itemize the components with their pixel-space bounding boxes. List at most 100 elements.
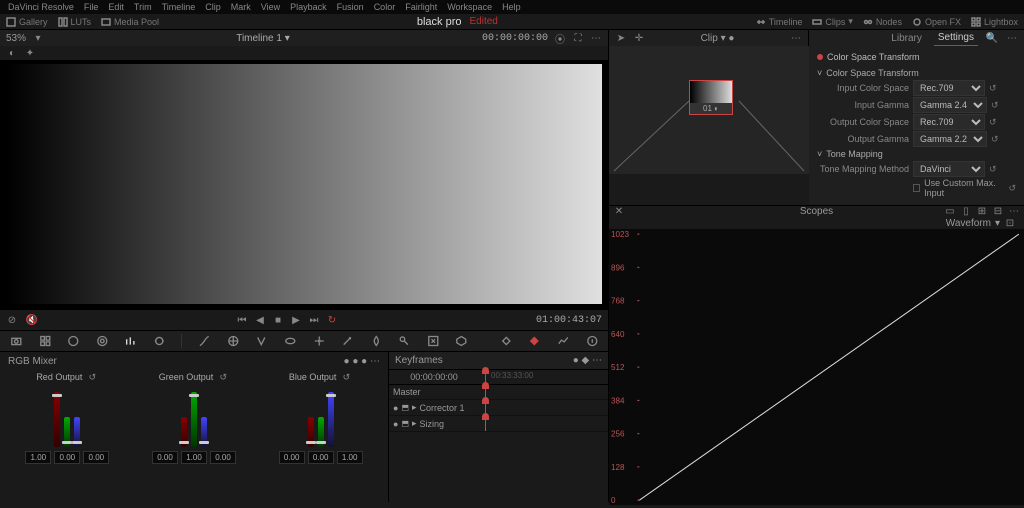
loop-button[interactable]: ↻ [326,314,338,326]
slider-red[interactable] [308,417,314,447]
more-icon[interactable]: ⋯ [1008,206,1020,218]
keyframe-mode-icon[interactable] [500,334,513,348]
node-01[interactable]: 01 ◐ [689,80,733,115]
last-frame-button[interactable]: ⏭ [308,314,320,326]
param-select[interactable]: Gamma 2.4 [913,97,987,113]
pointer-icon[interactable]: ➤ [615,32,627,44]
openfx-button[interactable]: Open FX [912,17,961,27]
menu-item[interactable]: Mark [231,2,251,12]
keyframe-row-label[interactable]: Corrector 1 [420,403,465,413]
hdr-wheels-icon[interactable] [96,334,109,348]
wand-icon[interactable]: ✦ [24,47,36,59]
clips-button[interactable]: Clips ▾ [812,16,853,27]
sizing-icon[interactable] [427,334,440,348]
more-icon[interactable]: ⋯ [590,32,602,44]
value-blue[interactable] [210,451,236,464]
scopes-icon[interactable] [557,334,570,348]
value-green[interactable] [308,451,334,464]
section-header[interactable]: ˅ Color Space Transform [817,68,1016,78]
stop-button[interactable]: ■ [272,314,284,326]
crosshair-icon[interactable]: ✛ [633,32,645,44]
reset-icon[interactable]: ↺ [989,83,997,94]
reset-icon[interactable]: ↺ [991,100,999,111]
qualifier-icon[interactable] [255,334,268,348]
reset-icon[interactable]: ↺ [989,117,997,128]
timeline-button[interactable]: Timeline [756,17,803,27]
nodes-button[interactable]: Nodes [863,17,902,27]
transport-timecode[interactable]: 01:00:43:07 [536,315,602,326]
menu-item[interactable]: View [261,2,280,12]
tab-library[interactable]: Library [887,31,926,46]
menu-item[interactable]: Fairlight [405,2,437,12]
chevron-down-icon[interactable]: ▾ [32,32,44,44]
scope-mode[interactable]: Waveform [946,218,991,229]
reset-icon[interactable]: ↺ [1008,183,1016,194]
node-graph[interactable]: 01 ◐ [609,46,809,174]
reset-icon[interactable]: ↺ [989,164,997,175]
unknown-icon[interactable]: ⦿ [554,32,566,44]
blur-icon[interactable] [370,334,383,348]
color-checker-icon[interactable] [39,334,52,348]
value-green[interactable] [181,451,207,464]
tab-settings[interactable]: Settings [934,30,978,46]
info-icon[interactable] [586,334,599,348]
value-green[interactable] [54,451,80,464]
menu-item[interactable]: Clip [205,2,221,12]
menu-item[interactable]: Playback [290,2,327,12]
value-red[interactable] [279,451,305,464]
slider-red[interactable] [181,417,187,447]
value-red[interactable] [152,451,178,464]
scope-options-icon[interactable]: ⊡ [1004,217,1016,229]
slider-blue[interactable] [201,417,207,447]
zoom-percent[interactable]: 53% [6,33,26,44]
magic-mask-icon[interactable] [341,334,354,348]
tracking-icon[interactable] [313,334,326,348]
menu-item[interactable]: Edit [108,2,124,12]
play-button[interactable]: ▶ [290,314,302,326]
menu-item[interactable]: Color [374,2,396,12]
mediapool-button[interactable]: Media Pool [101,17,159,27]
gallery-button[interactable]: Gallery [6,17,48,27]
window-icon[interactable] [284,334,297,348]
more-icon[interactable]: ⋯ [790,32,802,44]
value-red[interactable] [25,451,51,464]
usecustom-checkbox[interactable] [913,184,920,192]
scope-layout-icon[interactable]: ▯ [960,206,972,218]
menu-item[interactable]: Workspace [447,2,492,12]
camera-raw-icon[interactable] [10,334,23,348]
viewer-timecode[interactable]: 00:00:00:00 [482,33,548,44]
key-icon[interactable] [398,334,411,348]
effect-enabled-dot[interactable] [817,54,823,60]
menu-item[interactable]: Help [502,2,521,12]
value-blue[interactable] [83,451,109,464]
luts-button[interactable]: LUTs [58,17,92,27]
param-select[interactable]: Rec.709 [913,80,985,96]
keyframe-panel-icon[interactable] [528,334,541,348]
play-reverse-button[interactable]: ◀ [254,314,266,326]
slider-green[interactable] [64,417,70,447]
mute-icon[interactable]: 🔇 [26,314,38,326]
expand-icon[interactable]: ⛶ [572,32,584,44]
menu-item[interactable]: DaVinci Resolve [8,2,74,12]
search-icon[interactable]: 🔍 [986,32,998,44]
motion-icon[interactable] [153,334,166,348]
menu-item[interactable]: File [84,2,99,12]
param-select[interactable]: Rec.709 [913,114,985,130]
scope-layout-icon[interactable]: ▭ [944,206,956,218]
scope-layout-icon[interactable]: ⊞ [976,206,988,218]
viewer[interactable] [0,60,608,310]
keyframe-row-label[interactable]: Sizing [420,419,445,429]
slider-green[interactable] [191,392,197,447]
keyframes-master[interactable]: Master [393,387,421,397]
picker-icon[interactable]: ◐ [6,47,18,59]
rgb-mixer-icon[interactable] [124,334,137,348]
clip-label[interactable]: Clip [701,33,718,44]
bypass-icon[interactable]: ⊘ [6,314,18,326]
menu-item[interactable]: Timeline [162,2,196,12]
reset-icon[interactable]: ↺ [340,371,352,383]
menu-item[interactable]: Trim [134,2,152,12]
reset-icon[interactable]: ↺ [86,371,98,383]
slider-blue[interactable] [328,392,334,447]
color-wheels-icon[interactable] [67,334,80,348]
reset-icon[interactable]: ↺ [991,134,999,145]
